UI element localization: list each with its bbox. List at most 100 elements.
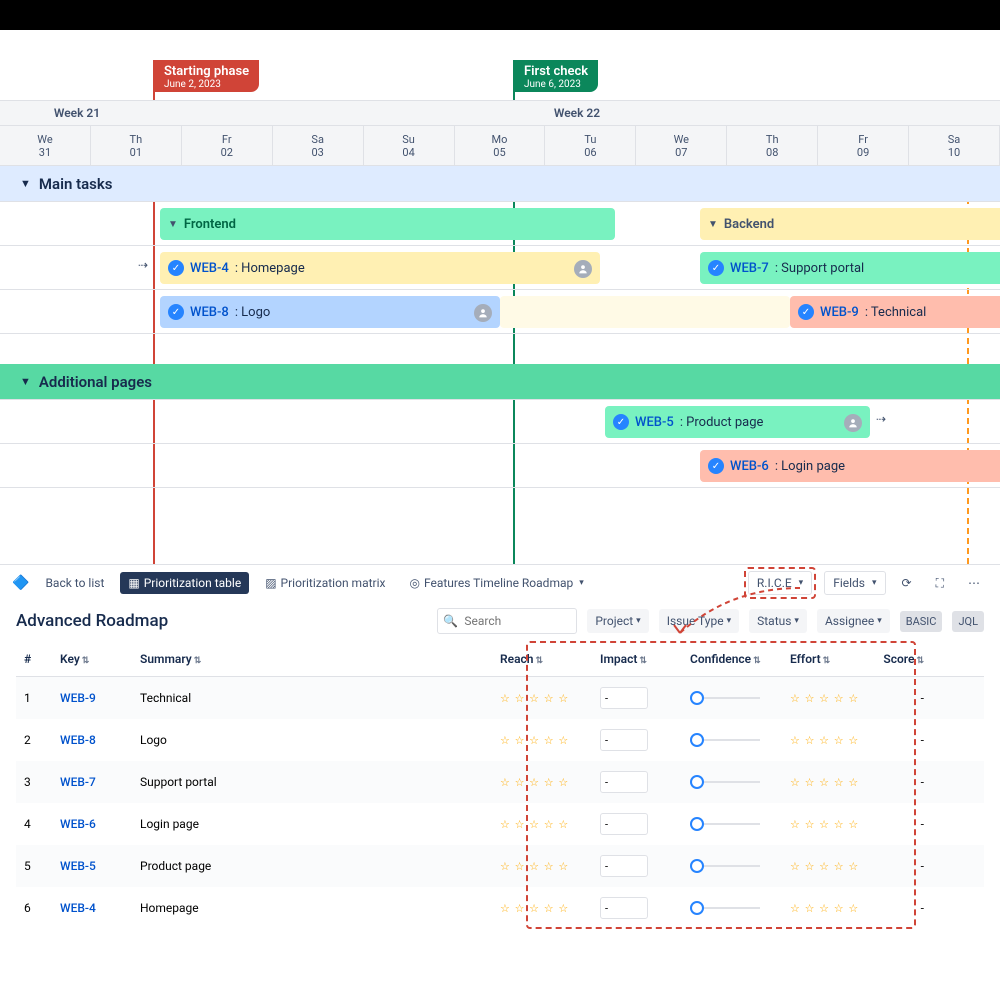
jql-mode-button[interactable]: JQL — [952, 611, 984, 632]
fields-dropdown[interactable]: Fields▾ — [824, 571, 885, 595]
impact-input[interactable] — [600, 771, 648, 793]
more-button[interactable]: ⋯ — [960, 572, 988, 594]
cell-impact[interactable] — [592, 855, 682, 877]
confidence-slider[interactable] — [690, 901, 760, 915]
col-effort[interactable]: Effort⇅ — [782, 652, 872, 666]
star-rating[interactable]: ☆ ☆ ☆ ☆ ☆ — [790, 860, 859, 873]
cell-effort[interactable]: ☆ ☆ ☆ ☆ ☆ — [782, 859, 872, 873]
expand-button[interactable]: ⛶ — [928, 572, 952, 595]
cell-effort[interactable]: ☆ ☆ ☆ ☆ ☆ — [782, 817, 872, 831]
cell-reach[interactable]: ☆ ☆ ☆ ☆ ☆ — [492, 733, 592, 747]
cell-impact[interactable] — [592, 897, 682, 919]
cell-key[interactable]: WEB-8 — [52, 733, 132, 747]
cell-key[interactable]: WEB-7 — [52, 775, 132, 789]
cell-key[interactable]: WEB-6 — [52, 817, 132, 831]
assignee-filter[interactable]: Assignee▾ — [817, 609, 890, 633]
cell-effort[interactable]: ☆ ☆ ☆ ☆ ☆ — [782, 901, 872, 915]
star-rating[interactable]: ☆ ☆ ☆ ☆ ☆ — [500, 734, 569, 747]
cell-confidence[interactable] — [682, 817, 782, 831]
cell-reach[interactable]: ☆ ☆ ☆ ☆ ☆ — [492, 859, 592, 873]
confidence-slider[interactable] — [690, 775, 760, 789]
bar-web6[interactable]: ✓ WEB-6 : Login page — [700, 450, 1000, 482]
milestone-check[interactable]: First check June 6, 2023 — [514, 60, 598, 92]
cell-impact[interactable] — [592, 813, 682, 835]
cell-reach[interactable]: ☆ ☆ ☆ ☆ ☆ — [492, 901, 592, 915]
cell-impact[interactable] — [592, 729, 682, 751]
refresh-button[interactable]: ⟳ — [894, 572, 920, 594]
star-rating[interactable]: ☆ ☆ ☆ ☆ ☆ — [790, 692, 859, 705]
search-input[interactable] — [437, 608, 577, 634]
milestone-start[interactable]: Starting phase June 2, 2023 — [154, 60, 259, 92]
table-row[interactable]: 6 WEB-4 Homepage ☆ ☆ ☆ ☆ ☆ ☆ ☆ ☆ ☆ ☆ - — [16, 887, 984, 929]
star-rating[interactable]: ☆ ☆ ☆ ☆ ☆ — [500, 860, 569, 873]
cell-confidence[interactable] — [682, 859, 782, 873]
table-row[interactable]: 4 WEB-6 Login page ☆ ☆ ☆ ☆ ☆ ☆ ☆ ☆ ☆ ☆ - — [16, 803, 984, 845]
project-filter[interactable]: Project▾ — [587, 609, 648, 633]
impact-input[interactable] — [600, 729, 648, 751]
cell-impact[interactable] — [592, 687, 682, 709]
cell-reach[interactable]: ☆ ☆ ☆ ☆ ☆ — [492, 691, 592, 705]
bar-web4[interactable]: ✓ WEB-4 : Homepage — [160, 252, 600, 284]
bar-web5[interactable]: ✓ WEB-5 : Product page — [605, 406, 870, 438]
confidence-slider[interactable] — [690, 859, 760, 873]
cell-key[interactable]: WEB-9 — [52, 691, 132, 705]
impact-input[interactable] — [600, 855, 648, 877]
cell-effort[interactable]: ☆ ☆ ☆ ☆ ☆ — [782, 775, 872, 789]
status-filter[interactable]: Status▾ — [749, 609, 807, 633]
star-rating[interactable]: ☆ ☆ ☆ ☆ ☆ — [500, 776, 569, 789]
bar-web9[interactable]: ✓ WEB-9 : Technical — [790, 296, 1000, 328]
star-rating[interactable]: ☆ ☆ ☆ ☆ ☆ — [500, 818, 569, 831]
rice-dropdown[interactable]: R.I.C.E▾ — [748, 571, 812, 595]
impact-input[interactable] — [600, 813, 648, 835]
col-score[interactable]: Score⇅ — [872, 652, 932, 666]
confidence-slider[interactable] — [690, 733, 760, 747]
features-timeline-button[interactable]: ◎Features Timeline Roadmap▾ — [401, 572, 591, 594]
prioritization-table-button[interactable]: ▦Prioritization table — [120, 572, 249, 594]
impact-input[interactable] — [600, 897, 648, 919]
cell-confidence[interactable] — [682, 691, 782, 705]
issue-type-filter[interactable]: Issue Type▾ — [659, 609, 739, 633]
confidence-slider[interactable] — [690, 691, 760, 705]
group-main-tasks[interactable]: ▼ Main tasks — [0, 166, 1000, 202]
col-impact[interactable]: Impact⇅ — [592, 652, 682, 666]
prioritization-matrix-button[interactable]: ▨Prioritization matrix — [257, 572, 393, 594]
cell-confidence[interactable] — [682, 733, 782, 747]
col-reach[interactable]: Reach⇅ — [492, 652, 592, 666]
col-num[interactable]: # — [16, 652, 52, 666]
star-rating[interactable]: ☆ ☆ ☆ ☆ ☆ — [790, 818, 859, 831]
bar-frontend[interactable]: ▼ Frontend — [160, 208, 615, 240]
basic-mode-button[interactable]: BASIC — [900, 611, 943, 632]
table-row[interactable]: 1 WEB-9 Technical ☆ ☆ ☆ ☆ ☆ ☆ ☆ ☆ ☆ ☆ - — [16, 677, 984, 719]
col-key[interactable]: Key⇅ — [52, 652, 132, 666]
back-to-list-button[interactable]: Back to list — [37, 572, 112, 594]
cell-effort[interactable]: ☆ ☆ ☆ ☆ ☆ — [782, 733, 872, 747]
cell-reach[interactable]: ☆ ☆ ☆ ☆ ☆ — [492, 775, 592, 789]
bar-web8[interactable]: ✓ WEB-8 : Logo — [160, 296, 500, 328]
table-row[interactable]: 5 WEB-5 Product page ☆ ☆ ☆ ☆ ☆ ☆ ☆ ☆ ☆ ☆… — [16, 845, 984, 887]
cell-reach[interactable]: ☆ ☆ ☆ ☆ ☆ — [492, 817, 592, 831]
col-confidence[interactable]: Confidence⇅ — [682, 652, 782, 666]
impact-input[interactable] — [600, 687, 648, 709]
star-rating[interactable]: ☆ ☆ ☆ ☆ ☆ — [500, 902, 569, 915]
bar-web7[interactable]: ✓ WEB-7 : Support portal — [700, 252, 1000, 284]
cell-key[interactable]: WEB-4 — [52, 901, 132, 915]
bar-backend[interactable]: ▼ Backend — [700, 208, 1000, 240]
group-additional-pages[interactable]: ▼ Additional pages — [0, 364, 1000, 400]
chevron-down-icon: ▾ — [872, 578, 877, 588]
star-rating[interactable]: ☆ ☆ ☆ ☆ ☆ — [790, 734, 859, 747]
cell-impact[interactable] — [592, 771, 682, 793]
star-rating[interactable]: ☆ ☆ ☆ ☆ ☆ — [790, 902, 859, 915]
bar-empty[interactable] — [500, 296, 790, 328]
col-summary[interactable]: Summary⇅ — [132, 652, 492, 666]
cell-effort[interactable]: ☆ ☆ ☆ ☆ ☆ — [782, 691, 872, 705]
cell-confidence[interactable] — [682, 901, 782, 915]
chevron-down-icon: ▼ — [20, 375, 31, 388]
confidence-slider[interactable] — [690, 817, 760, 831]
cell-confidence[interactable] — [682, 775, 782, 789]
group-label: Main tasks — [39, 175, 113, 193]
cell-key[interactable]: WEB-5 — [52, 859, 132, 873]
star-rating[interactable]: ☆ ☆ ☆ ☆ ☆ — [500, 692, 569, 705]
table-row[interactable]: 3 WEB-7 Support portal ☆ ☆ ☆ ☆ ☆ ☆ ☆ ☆ ☆… — [16, 761, 984, 803]
star-rating[interactable]: ☆ ☆ ☆ ☆ ☆ — [790, 776, 859, 789]
table-row[interactable]: 2 WEB-8 Logo ☆ ☆ ☆ ☆ ☆ ☆ ☆ ☆ ☆ ☆ - — [16, 719, 984, 761]
